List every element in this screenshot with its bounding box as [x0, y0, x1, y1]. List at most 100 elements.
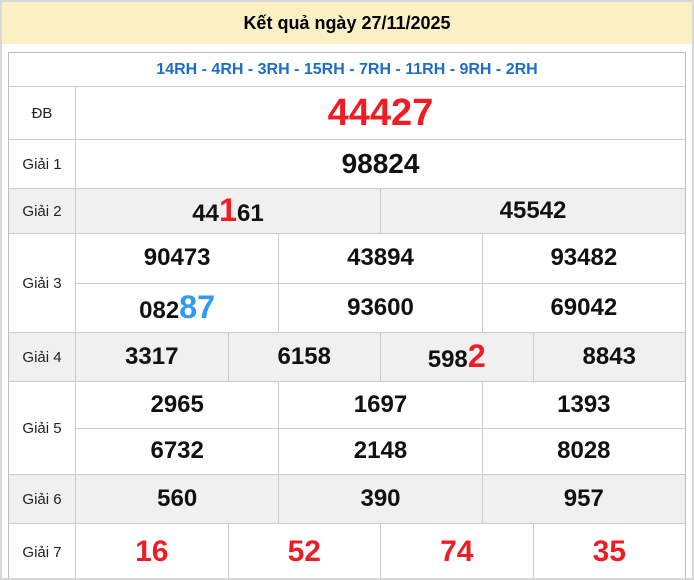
digits: 93600: [347, 293, 414, 321]
result-number-cell: 45542: [380, 189, 685, 233]
prize-line: 560 390 957: [76, 475, 685, 523]
result-number: 93600: [347, 294, 414, 322]
digits: 957: [563, 485, 604, 512]
digits: 93482: [550, 244, 618, 272]
prize-values-g4: 3317 6158 5982 8843: [76, 333, 685, 381]
prize-line: 90473 43894 93482: [76, 234, 685, 283]
result-number-cell: 6732: [76, 429, 278, 475]
result-number: 560: [157, 485, 197, 513]
prize-label-g4: Giải 4: [9, 333, 76, 381]
digits: 45542: [499, 197, 567, 224]
result-number: 16: [135, 535, 168, 569]
result-number-cell: 8028: [481, 428, 685, 474]
prize-label-g7: Giải 7: [9, 524, 76, 578]
result-number: 1393: [557, 391, 610, 419]
digits: 390: [360, 485, 401, 512]
result-number: 93482: [550, 244, 617, 272]
result-number: 45542: [500, 197, 567, 225]
result-number: 957: [564, 485, 604, 513]
prize-row-g6: Giải 6 560 390 957: [9, 474, 685, 523]
digits: 8843: [582, 343, 636, 370]
result-number: 8028: [557, 437, 610, 465]
result-number: 52: [288, 535, 321, 569]
result-number-cell: 2965: [76, 382, 278, 428]
prize-values-g6: 560 390 957: [76, 475, 685, 523]
stats-row: 14RH - 4RH - 3RH - 15RH - 7RH - 11RH - 9…: [9, 53, 685, 86]
result-number-cell: 69042: [481, 283, 685, 332]
result-number: 2148: [354, 437, 407, 465]
prize-label-g3: Giải 3: [9, 234, 76, 332]
result-number: 6732: [150, 437, 203, 465]
prize-label-g1: Giải 1: [9, 140, 76, 188]
result-number: 43894: [347, 244, 414, 272]
prize-row-g2: Giải 2 44161 45542: [9, 188, 685, 233]
result-number: 2965: [150, 391, 203, 419]
prize-label-g6: Giải 6: [9, 475, 76, 523]
digits: 98824: [341, 148, 420, 179]
result-number: 35: [593, 535, 626, 569]
result-number-cell: 44161: [76, 189, 380, 233]
prize-label-db: ĐB: [9, 87, 76, 139]
prize-line: 6732 2148 8028: [76, 427, 685, 475]
result-number-cell: 93482: [481, 234, 685, 283]
prize-line: 44161 45542: [76, 189, 685, 233]
prize-label-g2: Giải 2: [9, 189, 76, 233]
prize-values-g1: 98824: [76, 140, 685, 188]
result-number: 44427: [328, 92, 434, 135]
digits: 44427: [327, 91, 434, 134]
prize-values-g2: 44161 45542: [76, 189, 685, 233]
page-title: Kết quả ngày 27/11/2025: [243, 12, 451, 33]
result-number: 8843: [583, 343, 636, 371]
result-number-cell: 93600: [278, 283, 481, 332]
digits: 560: [157, 485, 198, 512]
digits: 6158: [277, 343, 331, 370]
result-number-cell: 2148: [278, 428, 481, 474]
results-table: 14RH - 4RH - 3RH - 15RH - 7RH - 11RH - 9…: [8, 52, 686, 578]
prize-values-g7: 16 52 74 35: [76, 524, 686, 578]
result-number-cell: 560: [76, 475, 278, 523]
digits: 8028: [557, 437, 611, 465]
result-number-cell: 6158: [227, 333, 381, 381]
digits: 2148: [353, 437, 408, 465]
digits: 43894: [347, 244, 414, 272]
digits: 1697: [353, 390, 408, 418]
digits: 90473: [143, 244, 211, 272]
prize-values-g3: 90473 43894 93482 08287 93600 69042: [76, 234, 685, 332]
digits: 69042: [550, 293, 618, 321]
result-number-cell: 52: [227, 524, 381, 578]
highlighted-digits: 2: [467, 338, 486, 374]
prize-row-g5: Giải 5 2965 1697 1393 6732 2148 8028: [9, 381, 685, 474]
digits: 35: [592, 535, 626, 568]
results-table-rows: ĐB 44427 Giải 1 98824 Giải 2 44161 45542 Giải 3…: [9, 86, 686, 578]
result-number: 6158: [278, 343, 331, 371]
digits: 3317: [125, 343, 179, 370]
prize-line: 3317 6158 5982 8843: [76, 333, 685, 381]
result-number-cell: 35: [532, 524, 686, 578]
result-number-cell: 98824: [76, 140, 685, 188]
result-number: 44161: [192, 194, 263, 228]
prize-row-g7: Giải 7 16 52 74 35: [9, 523, 686, 578]
result-number: 08287: [139, 291, 215, 325]
highlighted-digits: 87: [179, 288, 216, 325]
result-number: 69042: [550, 294, 617, 322]
result-number-cell: 957: [481, 475, 685, 523]
result-number-cell: 44427: [76, 87, 685, 139]
prize-row-g4: Giải 4 3317 6158 5982 8843: [9, 332, 685, 381]
prize-values-g5: 2965 1697 1393 6732 2148 8028: [76, 382, 685, 474]
result-number-cell: 1697: [278, 382, 481, 428]
digits: 1393: [557, 390, 611, 418]
prize-values-db: 44427: [76, 87, 685, 139]
result-number-cell: 43894: [278, 234, 481, 283]
result-number-cell: 90473: [76, 234, 278, 283]
digits: 082: [139, 296, 180, 324]
result-number-cell: 16: [76, 524, 228, 578]
prize-row-g3: Giải 3 90473 43894 93482 08287 93600 69042: [9, 233, 685, 332]
result-number-cell: 1393: [481, 382, 685, 428]
result-number: 390: [360, 485, 400, 513]
result-number-cell: 3317: [76, 333, 228, 381]
prize-row-g1: Giải 1 98824: [9, 139, 685, 188]
result-number: 98824: [342, 148, 420, 180]
digits: 61: [237, 200, 264, 227]
digits: 2965: [150, 390, 204, 418]
result-number-cell: 390: [278, 475, 481, 523]
